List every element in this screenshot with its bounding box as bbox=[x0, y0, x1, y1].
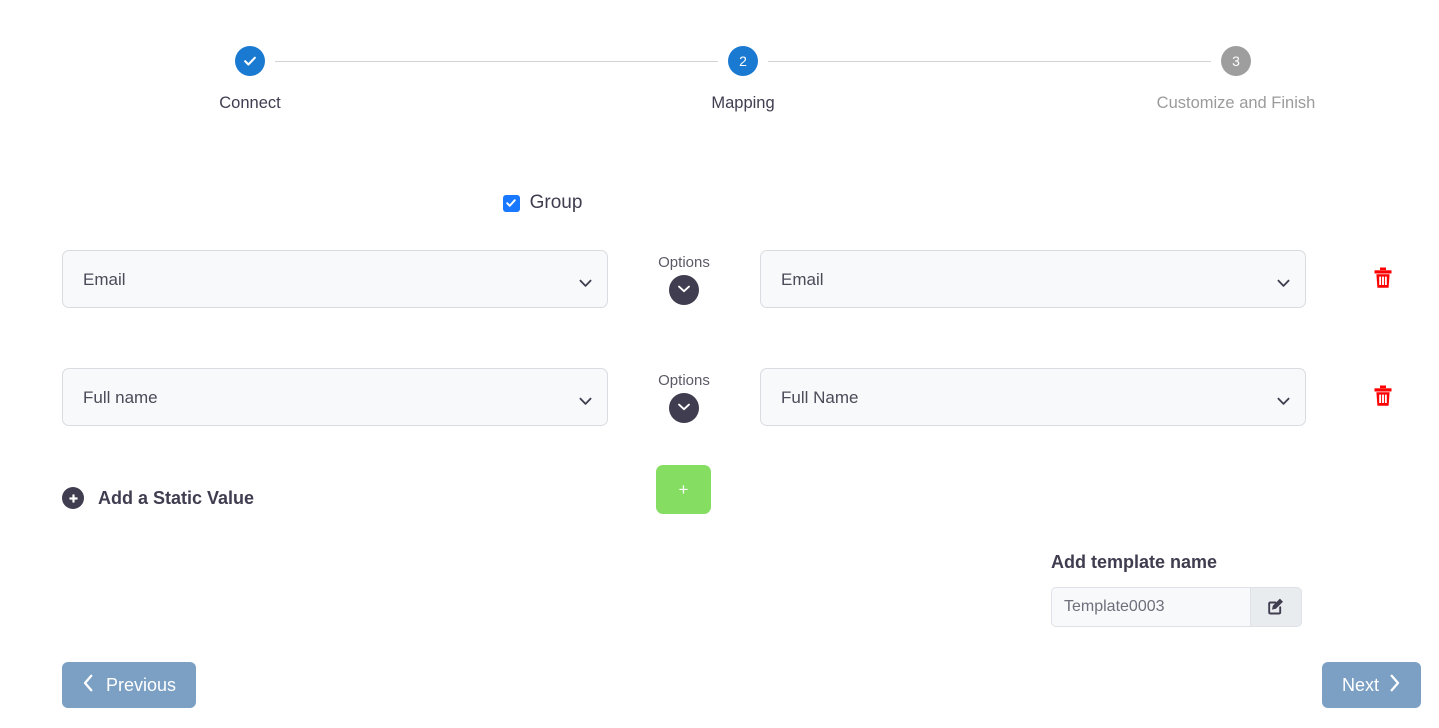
source-field-select-wrapper-1[interactable]: Email bbox=[62, 250, 608, 308]
step-customize-marker: 3 bbox=[1221, 46, 1251, 76]
chevron-left-icon bbox=[82, 674, 94, 697]
group-checkbox-row[interactable]: Group bbox=[0, 192, 1085, 214]
target-field-select-1[interactable]: Email bbox=[760, 250, 1306, 308]
plus-icon: + bbox=[678, 479, 689, 499]
options-column-2: Options bbox=[615, 372, 753, 423]
delete-mapping-row-button-1[interactable] bbox=[1368, 264, 1398, 294]
previous-button-label: Previous bbox=[106, 674, 177, 695]
group-checkbox[interactable] bbox=[502, 194, 520, 212]
chevron-down-icon bbox=[677, 282, 691, 297]
chevron-right-icon bbox=[1389, 674, 1401, 697]
stepper-step-connect[interactable]: Connect bbox=[120, 46, 380, 113]
stepper-step-mapping[interactable]: 2 Mapping bbox=[613, 46, 873, 113]
plus-circle-icon bbox=[62, 487, 84, 509]
stepper-line-2-3 bbox=[768, 61, 1211, 62]
next-button-label: Next bbox=[1342, 674, 1380, 695]
delete-mapping-row-button-2[interactable] bbox=[1368, 382, 1398, 412]
next-button[interactable]: Next bbox=[1322, 662, 1422, 708]
target-field-select-wrapper-1[interactable]: Email bbox=[760, 250, 1306, 308]
trash-icon bbox=[1373, 267, 1393, 292]
mapping-row: Email Options Email bbox=[0, 250, 1439, 308]
source-field-select-2[interactable]: Full name bbox=[62, 368, 608, 426]
trash-icon bbox=[1373, 385, 1393, 410]
previous-button[interactable]: Previous bbox=[62, 662, 197, 708]
step-customize-label: Customize and Finish bbox=[1156, 94, 1316, 112]
template-name-input-group bbox=[1051, 587, 1311, 627]
add-static-value-label: Add a Static Value bbox=[98, 487, 255, 508]
stepper-step-customize[interactable]: 3 Customize and Finish bbox=[1106, 46, 1366, 113]
add-static-value-button[interactable]: Add a Static Value bbox=[62, 487, 254, 509]
source-field-select-1[interactable]: Email bbox=[62, 250, 608, 308]
template-name-input[interactable] bbox=[1051, 587, 1250, 627]
step-connect-label: Connect bbox=[219, 94, 281, 112]
mapping-row: Full name Options Full Name bbox=[0, 368, 1439, 426]
options-column-1: Options bbox=[615, 254, 753, 305]
target-field-select-wrapper-2[interactable]: Full Name bbox=[760, 368, 1306, 426]
source-field-select-wrapper-2[interactable]: Full name bbox=[62, 368, 608, 426]
step-mapping-label: Mapping bbox=[711, 94, 775, 112]
stepper-line-1-2 bbox=[275, 61, 718, 62]
options-toggle-button-1[interactable] bbox=[669, 274, 699, 305]
options-toggle-button-2[interactable] bbox=[669, 392, 699, 423]
template-name-section: Add template name bbox=[1051, 552, 1311, 627]
step-connect-marker bbox=[235, 46, 265, 76]
options-label-1: Options bbox=[658, 253, 710, 271]
add-mapping-row-button[interactable]: + bbox=[656, 465, 711, 514]
edit-template-name-button[interactable] bbox=[1250, 587, 1302, 627]
target-field-select-2[interactable]: Full Name bbox=[760, 368, 1306, 426]
template-name-title: Add template name bbox=[1051, 552, 1218, 572]
group-label: Group bbox=[529, 192, 583, 213]
chevron-down-icon bbox=[677, 400, 691, 415]
mapping-wizard-page: Connect 2 Mapping 3 Customize and Finish… bbox=[0, 0, 1439, 728]
options-label-2: Options bbox=[658, 371, 710, 389]
pencil-square-icon bbox=[1266, 596, 1286, 619]
step-mapping-marker: 2 bbox=[728, 46, 758, 76]
wizard-stepper: Connect 2 Mapping 3 Customize and Finish bbox=[0, 46, 1439, 146]
